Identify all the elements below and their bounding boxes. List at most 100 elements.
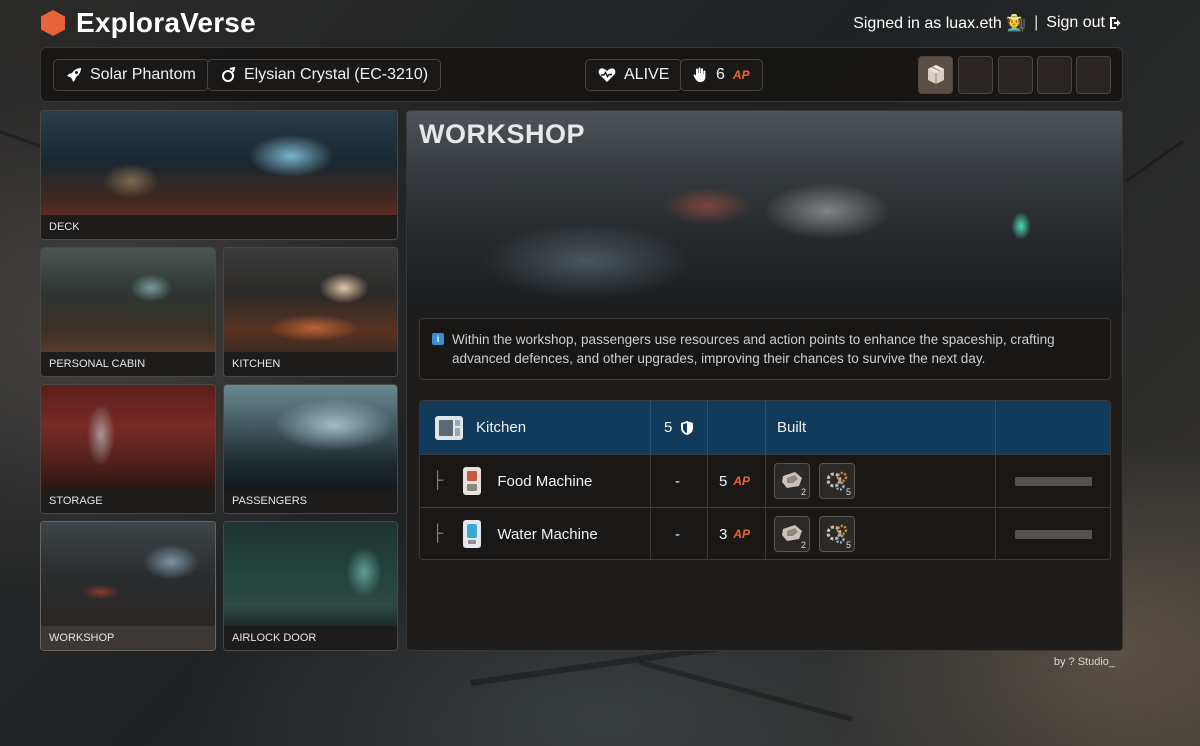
brand[interactable]: ExploraVerse [40,7,256,39]
inventory-slot[interactable] [1076,56,1111,94]
room-workshop[interactable]: WORKSHOP [40,521,216,651]
material-slot[interactable]: 2 [774,463,810,499]
build-progress-bar [1015,476,1092,486]
build-status: Built [777,419,807,436]
room-image [41,248,215,352]
ap-label: AP [732,68,750,82]
room-image [41,111,397,215]
material-slot[interactable]: 2 [774,516,810,552]
ap-cost: 3 [719,525,728,543]
inventory-slot[interactable] [998,56,1033,94]
table-row[interactable]: ├ Food Machine - 5 AP 2 5 [420,454,1110,507]
workshop-hero-image: WORKSHOP [407,111,1122,306]
kitchen-module-icon [435,415,463,440]
room-storage[interactable]: STORAGE [40,384,216,514]
room-airlock-door[interactable]: AIRLOCK DOOR [223,521,398,651]
item-name: Food Machine [497,472,593,490]
heart-pulse-icon [598,68,616,82]
food-machine-icon [463,467,482,495]
build-table: Kitchen 5 Built ├ Food Machine - 5 AP 2 … [419,400,1111,560]
room-image [224,385,397,489]
table-row[interactable]: ├ Water Machine - 3 AP 2 5 [420,507,1110,559]
room-label: STORAGE [41,489,215,513]
room-personal-cabin[interactable]: PERSONAL CABIN [40,247,216,377]
ap-cost-cell: 3 AP [719,508,750,559]
progress-cell [1015,455,1092,507]
info-text: Within the workshop, passengers use reso… [452,332,1055,366]
ap-label: AP [733,474,751,488]
materials-cell: 2 5 [774,508,864,559]
defense-cell: 5 [664,401,694,454]
defense-value: - [675,525,680,543]
defense-cell: - [675,508,680,559]
table-header-row[interactable]: Kitchen 5 Built [420,401,1110,454]
room-kitchen[interactable]: KITCHEN [223,247,398,377]
sign-out-link[interactable]: Sign out [1046,14,1124,32]
status-cell: Built [777,401,806,454]
tree-branch-icon: ├ [432,525,444,542]
room-passengers[interactable]: PASSENGERS [223,384,398,514]
material-slot[interactable]: 5 [819,516,855,552]
ap-cost: 5 [719,472,728,490]
rocket-icon [67,68,81,82]
material-count: 5 [845,487,851,497]
room-image [41,385,215,489]
page-title: WORKSHOP [419,119,585,149]
separator: | [1034,14,1039,31]
hexagon-logo-icon [41,10,65,36]
room-label: PASSENGERS [224,489,397,513]
defense-value: - [675,472,680,490]
inventory-slot[interactable] [1037,56,1072,94]
progress-cell [1015,508,1092,559]
sign-out-label: Sign out [1046,14,1105,31]
inventory-slot[interactable] [918,56,953,94]
room-label: AIRLOCK DOOR [224,626,397,650]
planet-chip[interactable]: Elysian Crystal (EC-3210) [207,59,442,91]
room-label: PERSONAL CABIN [41,352,215,376]
water-machine-icon [463,520,482,548]
action-points-value: 6 [716,66,725,83]
sign-out-icon [1110,17,1121,29]
room-label: KITCHEN [224,352,397,376]
info-icon: i [432,333,444,345]
workshop-panel: WORKSHOP i Within the workshop, passenge… [406,110,1123,651]
ap-cost-cell: 5 AP [719,455,750,507]
ship-name: Solar Phantom [90,66,196,83]
info-box: i Within the workshop, passengers use re… [419,318,1111,380]
material-count: 2 [800,487,806,497]
room-deck[interactable]: DECK [40,110,398,240]
tree-branch-icon: ├ [432,472,444,489]
module-name: Kitchen [476,419,527,436]
build-progress-bar [1015,529,1092,539]
room-image [224,522,397,626]
defense-cell: - [675,455,680,507]
material-slot[interactable]: 5 [819,463,855,499]
app-title: ExploraVerse [76,7,256,38]
status-bar: Solar Phantom Elysian Crystal (EC-3210) … [40,47,1123,102]
material-count: 2 [800,540,806,550]
planet-icon [222,67,236,82]
material-count: 5 [845,540,851,550]
life-status: ALIVE [624,66,670,83]
defense-value: 5 [664,419,673,436]
materials-cell: 2 5 [774,455,864,507]
room-image [41,522,215,626]
room-label: WORKSHOP [41,626,215,650]
footer-credit: by ? Studio_ [1053,656,1115,668]
room-label: DECK [41,215,397,239]
inventory-slot[interactable] [958,56,993,94]
signed-in-text: Signed in as luax.eth 🧑‍🌾 [853,15,1027,32]
auth-area: Signed in as luax.eth 🧑‍🌾 | Sign out [853,13,1124,33]
background-detail [1125,139,1185,183]
item-name: Water Machine [497,525,598,543]
room-image [224,248,397,352]
ship-chip[interactable]: Solar Phantom [53,59,209,91]
top-bar: ExploraVerse Signed in as luax.eth 🧑‍🌾 |… [40,6,1124,40]
item-name-cell: ├ Food Machine [432,455,592,507]
planet-name: Elysian Crystal (EC-3210) [244,66,429,83]
life-status-chip: ALIVE [585,59,683,91]
background-detail [638,660,853,722]
hand-icon [693,67,706,82]
kitchen-cell: Kitchen [432,401,526,454]
action-points-chip: 6 AP [680,59,763,91]
